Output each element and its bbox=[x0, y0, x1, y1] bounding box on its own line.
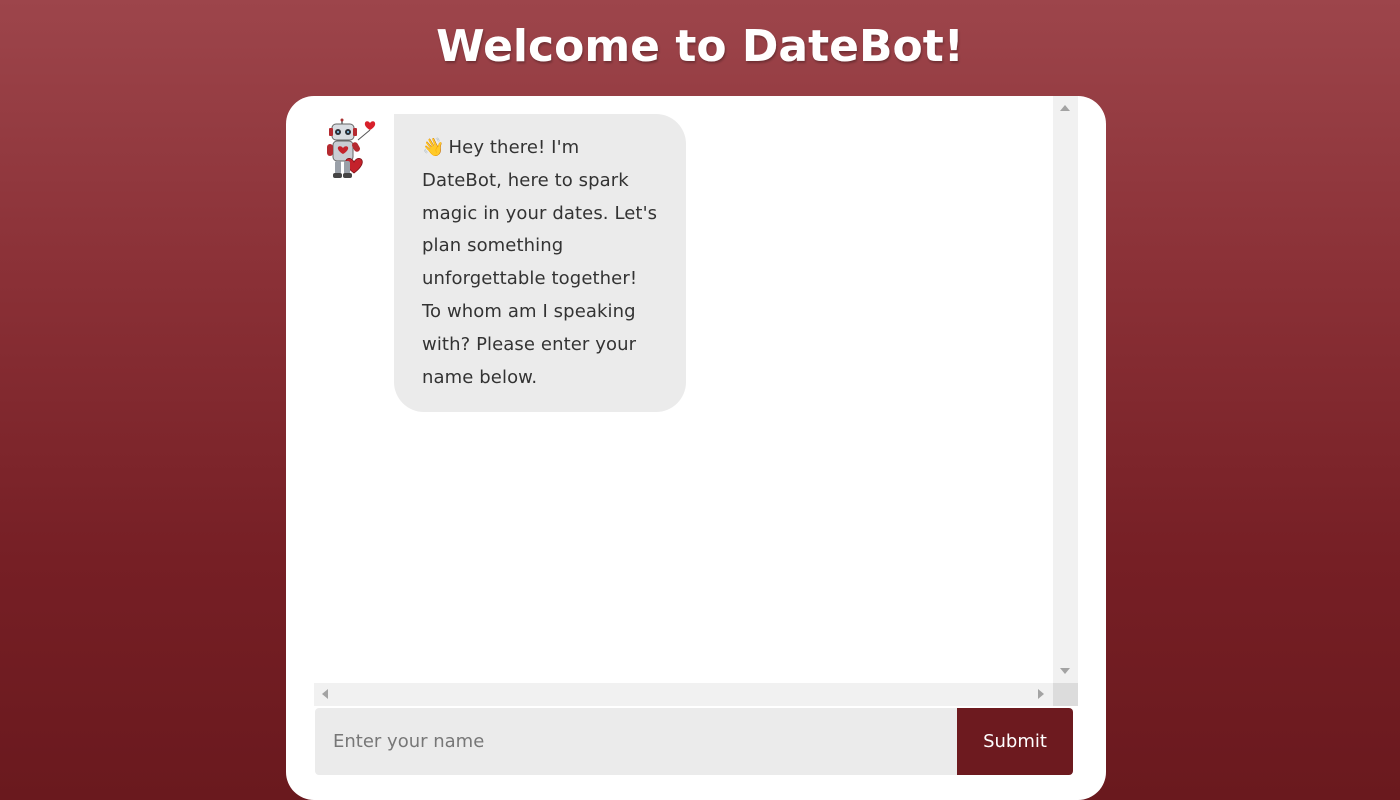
chat-messages-area[interactable]: 👋 Hey there! I'm DateBot, here to spark m… bbox=[314, 96, 1078, 706]
chat-card: 👋 Hey there! I'm DateBot, here to spark m… bbox=[286, 96, 1106, 800]
name-input[interactable] bbox=[315, 708, 957, 775]
scroll-up-arrow-icon[interactable] bbox=[1060, 105, 1070, 111]
waving-hand-icon: 👋 bbox=[422, 137, 445, 158]
input-row: Submit bbox=[315, 708, 1073, 775]
vertical-scrollbar[interactable] bbox=[1053, 96, 1078, 683]
scrollbar-corner bbox=[1053, 683, 1078, 706]
scroll-right-arrow-icon[interactable] bbox=[1038, 689, 1044, 699]
horizontal-scrollbar[interactable] bbox=[314, 683, 1053, 706]
bot-message-text: Hey there! I'm DateBot, here to spark ma… bbox=[422, 137, 658, 388]
robot-with-heart-balloon-icon bbox=[327, 118, 376, 178]
submit-button[interactable]: Submit bbox=[957, 708, 1073, 775]
scroll-left-arrow-icon[interactable] bbox=[322, 689, 328, 699]
bot-message: 👋 Hey there! I'm DateBot, here to spark m… bbox=[314, 114, 686, 413]
bot-message-bubble: 👋 Hey there! I'm DateBot, here to spark m… bbox=[394, 114, 686, 413]
scroll-down-arrow-icon[interactable] bbox=[1060, 668, 1070, 674]
page-title: Welcome to DateBot! bbox=[436, 21, 964, 72]
